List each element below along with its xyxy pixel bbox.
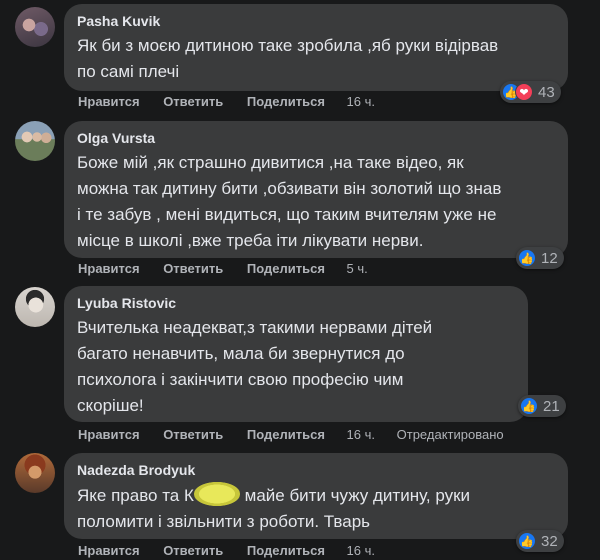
reply-button[interactable]: Ответить — [163, 427, 223, 443]
reply-button[interactable]: Ответить — [163, 261, 223, 277]
comment-actions: Нравится Ответить Поделиться 16 ч. — [78, 543, 375, 559]
comment-bubble: Pasha Kuvik Як би з моєю дитиною таке зр… — [64, 4, 568, 91]
redaction-blur — [193, 482, 240, 506]
share-button[interactable]: Поделиться — [247, 543, 325, 559]
like-icon: 👍 — [518, 249, 536, 267]
comment-author[interactable]: Nadezda Brodyuk — [77, 461, 556, 480]
like-button[interactable]: Нравится — [78, 427, 140, 443]
like-button[interactable]: Нравится — [78, 94, 140, 110]
edited-label: Отредактировано — [396, 427, 504, 442]
comment-timestamp[interactable]: 16 ч. — [347, 427, 375, 443]
share-button[interactable]: Поделиться — [247, 427, 325, 443]
comment-text: Боже мій ,як страшно дивитися ,на таке в… — [77, 153, 502, 250]
comment-timestamp[interactable]: 16 ч. — [347, 543, 375, 559]
comment-bubble: Lyuba Ristovic Вчителька неадекват,з так… — [64, 286, 528, 422]
comment-text: Як би з моєю дитиною таке зробила ,яб ру… — [77, 36, 499, 81]
reaction-summary[interactable]: 👍 ❤ 43 — [500, 81, 561, 103]
comment-text: Вчителька неадекват,з такими нервами діт… — [77, 318, 433, 415]
like-button[interactable]: Нравится — [78, 543, 140, 559]
avatar[interactable] — [15, 7, 55, 47]
comment-actions: Нравится Ответить Поделиться 16 ч. — [78, 94, 375, 110]
comment-timestamp[interactable]: 5 ч. — [347, 261, 368, 277]
comment-bubble: Nadezda Brodyuk Яке право та К майе бити… — [64, 453, 568, 539]
comment-text: Яке право та К майе бити чужу дитину, ру… — [77, 482, 556, 535]
reply-button[interactable]: Ответить — [163, 94, 223, 110]
love-icon: ❤ — [515, 83, 533, 101]
avatar[interactable] — [15, 121, 55, 161]
comment-timestamp[interactable]: 16 ч. — [347, 94, 375, 110]
like-icon: 👍 — [518, 532, 536, 550]
avatar[interactable] — [15, 453, 55, 493]
comment-author[interactable]: Lyuba Ristovic — [77, 294, 516, 313]
comment-actions: Нравится Ответить Поделиться 16 ч. Отред… — [78, 427, 504, 443]
reaction-count: 21 — [543, 397, 560, 415]
share-button[interactable]: Поделиться — [247, 261, 325, 277]
comment-actions: Нравится Ответить Поделиться 5 ч. — [78, 261, 368, 277]
reaction-summary[interactable]: 👍 32 — [516, 530, 564, 552]
share-button[interactable]: Поделиться — [247, 94, 325, 110]
reaction-count: 43 — [538, 83, 555, 101]
reaction-count: 32 — [541, 532, 558, 550]
comment-author[interactable]: Olga Vursta — [77, 129, 556, 148]
reaction-count: 12 — [541, 249, 558, 267]
like-icon: 👍 — [520, 397, 538, 415]
avatar[interactable] — [15, 287, 55, 327]
comment-bubble: Olga Vursta Боже мій ,як страшно дивитис… — [64, 121, 568, 258]
like-button[interactable]: Нравится — [78, 261, 140, 277]
reaction-summary[interactable]: 👍 21 — [518, 395, 566, 417]
comment-author[interactable]: Pasha Kuvik — [77, 12, 556, 31]
reply-button[interactable]: Ответить — [163, 543, 223, 559]
reaction-summary[interactable]: 👍 12 — [516, 247, 564, 269]
